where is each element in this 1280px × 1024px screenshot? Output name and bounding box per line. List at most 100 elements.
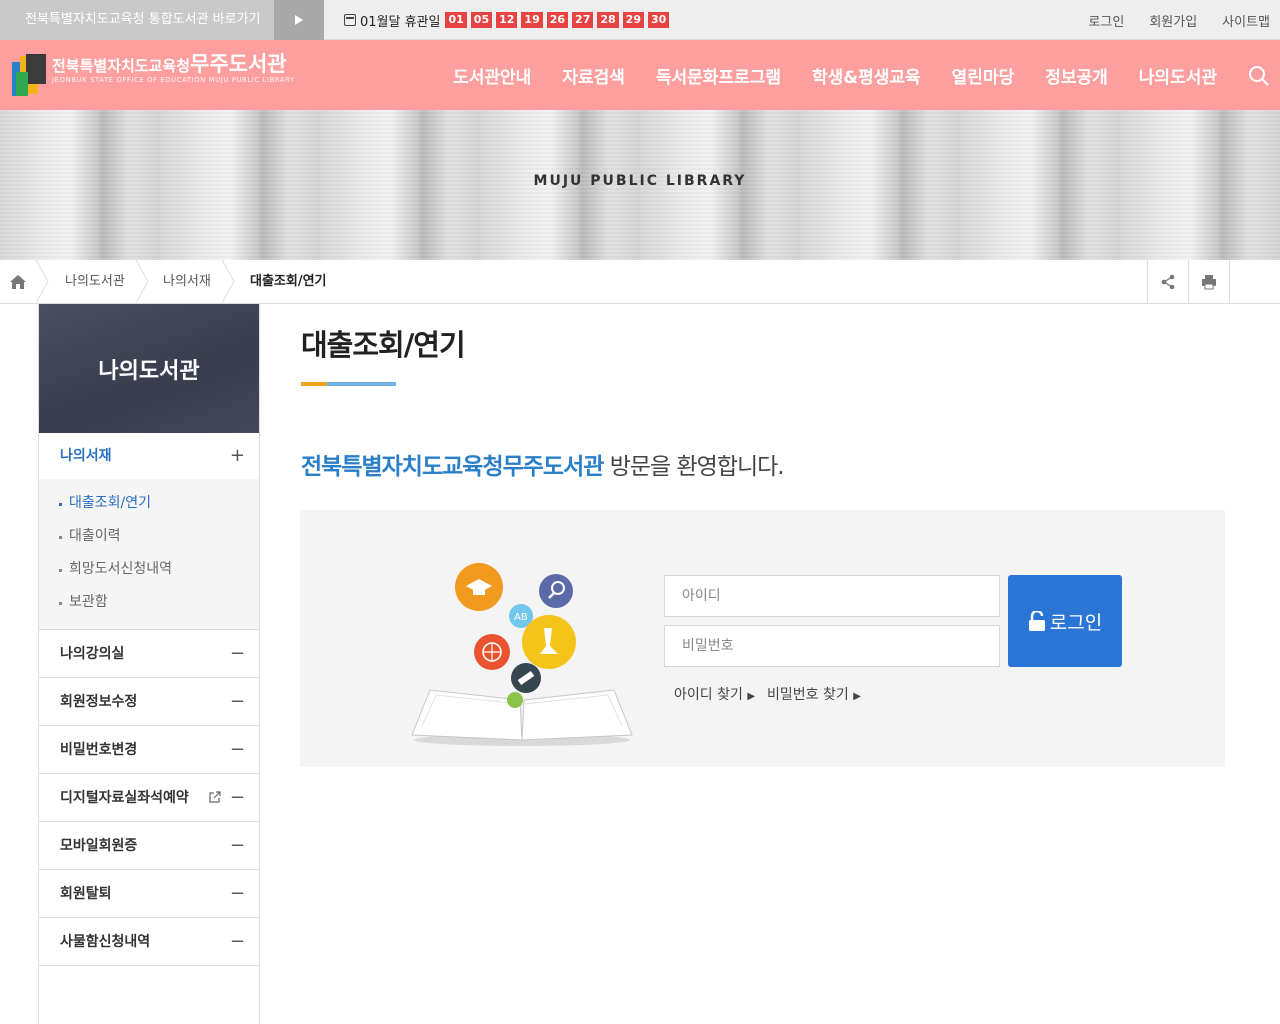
sidebar-item-label: 나의서재 xyxy=(60,448,112,464)
nav-search[interactable]: 자료검색 xyxy=(562,63,625,88)
sidebar-item-withdraw[interactable]: 회원탈퇴 − xyxy=(39,870,259,918)
sidebar-item-change-password[interactable]: 비밀번호변경 − xyxy=(39,726,259,774)
closed-day-badge: 27 xyxy=(572,12,594,28)
breadcrumb: 나의도서관 나의서재 대출조회/연기 xyxy=(0,260,1280,304)
sidebar-title: 나의도서관 xyxy=(39,304,259,433)
sidebar-item-label: 사물함신청내역 xyxy=(60,934,151,950)
minus-icon: − xyxy=(229,643,245,664)
nav-my-library[interactable]: 나의도서관 xyxy=(1139,63,1217,88)
minus-icon: − xyxy=(229,883,245,904)
breadcrumb-my-library[interactable]: 나의도서관 xyxy=(65,260,125,303)
breadcrumb-separator xyxy=(36,260,49,303)
closed-day-badge: 29 xyxy=(622,12,644,28)
closed-day-badge: 19 xyxy=(521,12,543,28)
sidebar-item-locker[interactable]: 사물함신청내역 − xyxy=(39,918,259,966)
external-link-icon xyxy=(209,791,221,803)
library-logo-icon xyxy=(12,54,46,96)
page-tools xyxy=(1147,260,1270,303)
breadcrumb-current: 대출조회/연기 xyxy=(250,274,327,289)
login-link[interactable]: 로그인 xyxy=(1088,11,1124,30)
minus-icon: − xyxy=(229,931,245,952)
plus-icon: + xyxy=(229,445,245,466)
welcome-message: 전북특별자치도교육청무주도서관 방문을 환영합니다. xyxy=(301,447,785,481)
print-button[interactable] xyxy=(1188,260,1229,303)
logo-org-name: 전북특별자치도교육청 xyxy=(52,57,191,75)
main-navigation: 도서관안내 자료검색 독서문화프로그램 학생&평생교육 열린마당 정보공개 나의… xyxy=(422,40,1217,110)
sidebar-item-label: 회원정보수정 xyxy=(60,694,138,710)
find-password-link[interactable]: 비밀번호 찾기 ▶ xyxy=(767,684,861,704)
sidebar-item-label: 비밀번호변경 xyxy=(60,742,138,758)
site-header: 전북특별자치도교육청무주도서관 JEONBUK STATE OFFICE OF … xyxy=(0,40,1280,110)
logo-english-name: JEONBUK STATE OFFICE OF EDUCATION MUJU P… xyxy=(52,76,295,84)
play-arrow-icon xyxy=(295,15,303,25)
unlock-icon xyxy=(1028,611,1045,631)
sidebar-submenu: 대출조회/연기 대출이력 희망도서신청내역 보관함 xyxy=(39,479,259,630)
closed-day-badge: 05 xyxy=(470,12,493,28)
home-icon xyxy=(10,274,26,289)
login-button-label: 로그인 xyxy=(1049,611,1103,634)
closed-day-badge: 26 xyxy=(546,12,569,28)
closed-days-label: 01월달 휴관일 xyxy=(360,14,441,30)
sitemap-link[interactable]: 사이트맵 xyxy=(1222,11,1270,30)
login-box: AB 아이디 비밀번호 로그인 아이디 찾기 ▶ 비밀번호 찾기 ▶ xyxy=(300,510,1225,767)
breadcrumb-separator xyxy=(222,260,235,303)
tool-blank xyxy=(1229,260,1270,303)
page-title: 대출조회/연기 xyxy=(301,328,466,362)
top-bar: 전북특별자치도교육청 통합도서관 바로가기 01월달 휴관일 01 05 12 … xyxy=(0,0,1280,40)
password-input[interactable]: 비밀번호 xyxy=(664,625,1000,667)
sidebar: 나의도서관 나의서재 + 대출조회/연기 대출이력 희망도서신청내역 보관함 나… xyxy=(38,304,260,1024)
find-id-link[interactable]: 아이디 찾기 ▶ xyxy=(674,684,755,704)
integrated-library-link[interactable]: 전북특별자치도교육청 통합도서관 바로가기 xyxy=(0,0,274,40)
user-id-input[interactable]: 아이디 xyxy=(664,575,1000,617)
minus-icon: − xyxy=(229,691,245,712)
title-underline xyxy=(301,382,396,386)
submenu-item-loan-history[interactable]: 대출이력 xyxy=(59,520,259,553)
site-logo[interactable]: 전북특별자치도교육청무주도서관 JEONBUK STATE OFFICE OF … xyxy=(12,54,295,96)
sidebar-item-digital-seat[interactable]: 디지털자료실좌석예약 − xyxy=(39,774,259,822)
print-icon xyxy=(1202,274,1216,289)
closed-day-badge: 01 xyxy=(445,12,467,28)
sidebar-item-label: 모바일회원증 xyxy=(60,838,138,854)
nav-education[interactable]: 학생&평생교육 xyxy=(812,63,921,88)
share-icon xyxy=(1161,274,1175,289)
breadcrumb-separator xyxy=(136,260,149,303)
minus-icon: − xyxy=(229,835,245,856)
minus-icon: − xyxy=(229,787,245,808)
sidebar-item-edit-profile[interactable]: 회원정보수정 − xyxy=(39,678,259,726)
sidebar-item-label: 회원탈퇴 xyxy=(60,886,112,902)
nav-info-disclosure[interactable]: 정보공개 xyxy=(1045,63,1108,88)
share-button[interactable] xyxy=(1147,260,1188,303)
sidebar-item-label: 디지털자료실좌석예약 xyxy=(60,790,189,806)
sidebar-item-my-shelf[interactable]: 나의서재 + xyxy=(39,433,259,479)
utility-links: 로그인 회원가입 사이트맵 xyxy=(1063,0,1270,40)
minus-icon: − xyxy=(229,739,245,760)
home-button[interactable] xyxy=(0,260,36,303)
sidebar-item-my-classroom[interactable]: 나의강의실 − xyxy=(39,630,259,678)
integrated-library-arrow-button[interactable] xyxy=(274,0,324,40)
calendar-icon xyxy=(344,14,356,26)
submenu-item-wish-books[interactable]: 희망도서신청내역 xyxy=(59,553,259,586)
caret-right-icon: ▶ xyxy=(853,691,861,702)
submenu-item-loan-check[interactable]: 대출조회/연기 xyxy=(59,487,259,520)
closed-day-badge: 30 xyxy=(647,12,670,28)
caret-right-icon: ▶ xyxy=(747,691,756,702)
svg-text:AB: AB xyxy=(514,612,528,623)
closed-days-notice: 01월달 휴관일 01 05 12 19 26 27 28 29 30 xyxy=(344,0,673,40)
search-icon[interactable] xyxy=(1248,65,1270,87)
nav-reading-program[interactable]: 독서문화프로그램 xyxy=(656,63,781,88)
closed-day-badge: 12 xyxy=(496,12,518,28)
welcome-library-name: 전북특별자치도교육청무주도서관 xyxy=(301,454,604,480)
nav-library-info[interactable]: 도서관안내 xyxy=(453,63,531,88)
closed-day-badge: 28 xyxy=(597,12,619,28)
visual-banner: MUJU PUBLIC LIBRARY xyxy=(0,110,1280,260)
submenu-item-bookmarks[interactable]: 보관함 xyxy=(59,586,259,619)
breadcrumb-my-shelf[interactable]: 나의서재 xyxy=(163,260,211,303)
signup-link[interactable]: 회원가입 xyxy=(1149,11,1197,30)
sidebar-item-label: 나의강의실 xyxy=(60,646,125,662)
logo-library-name: 무주도서관 xyxy=(190,52,287,76)
nav-open-forum[interactable]: 열린마당 xyxy=(952,63,1015,88)
visual-banner-text: MUJU PUBLIC LIBRARY xyxy=(533,173,747,189)
sidebar-item-mobile-card[interactable]: 모바일회원증 − xyxy=(39,822,259,870)
book-illustration-icon: AB xyxy=(411,563,633,746)
login-button[interactable]: 로그인 xyxy=(1008,575,1122,667)
